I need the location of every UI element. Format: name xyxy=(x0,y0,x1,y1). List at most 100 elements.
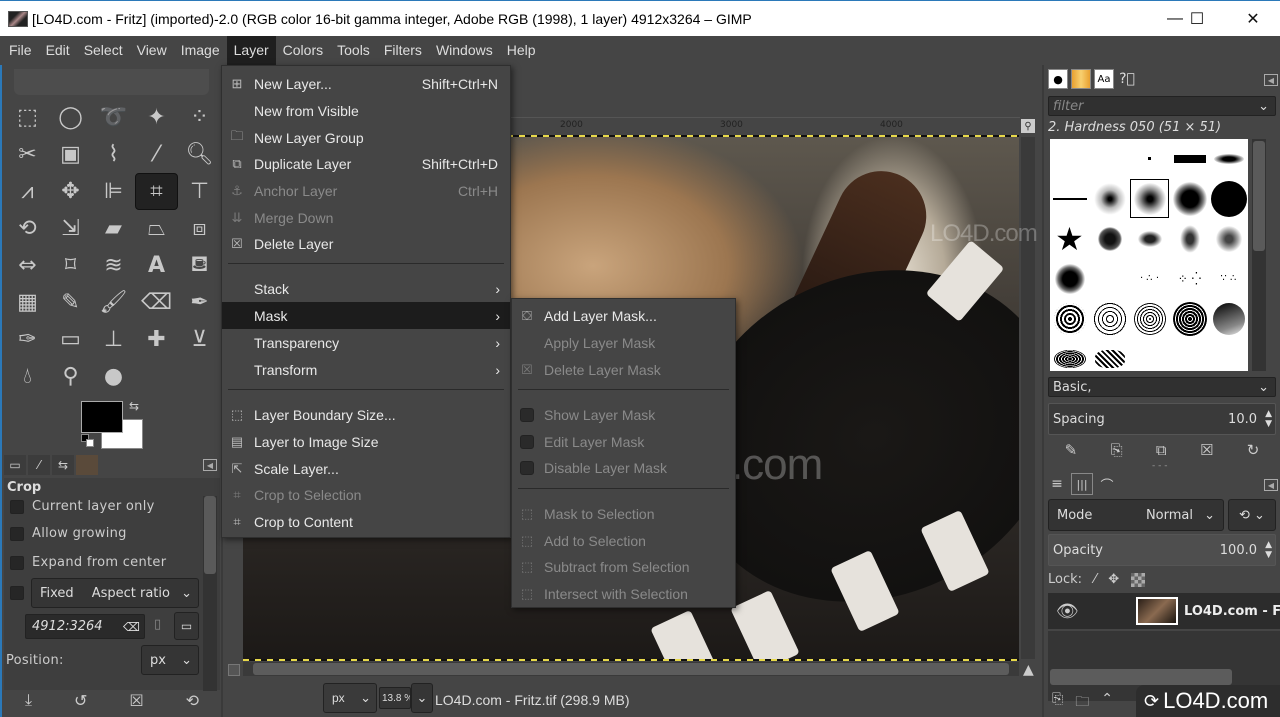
menu-item-delete-layer[interactable]: ☒ Delete Layer xyxy=(222,230,510,257)
raise-layer-icon[interactable]: ⌃ xyxy=(1101,691,1113,715)
menu-item-layer-to-image-size[interactable]: ▤ Layer to Image Size xyxy=(222,428,510,455)
brush-item[interactable] xyxy=(1209,299,1248,338)
brush-item[interactable] xyxy=(1130,139,1169,178)
undo-history-tab-icon[interactable]: ⇆ xyxy=(52,455,74,475)
align-icon[interactable]: ⊫ xyxy=(92,173,135,210)
brush-item[interactable]: ★ xyxy=(1050,219,1089,258)
eraser-icon[interactable]: ⌫ xyxy=(135,284,178,321)
paths-tab-icon[interactable]: ⌒ xyxy=(1096,473,1118,495)
eye-icon[interactable]: 👁︎ xyxy=(1056,601,1079,622)
menu-item-merge-down[interactable]: ⇊ Merge Down xyxy=(222,204,510,231)
brush-item[interactable] xyxy=(1090,299,1129,338)
paintbrush-icon[interactable]: 🖌︎ xyxy=(92,284,135,321)
brush-grid[interactable]: ★ · ∴ · ⁘ ⁛ ∵ ∴ xyxy=(1050,139,1248,371)
brush-item[interactable] xyxy=(1090,179,1129,218)
menu-tools[interactable]: Tools xyxy=(330,36,377,65)
perspective-clone-icon[interactable]: ⊻ xyxy=(178,321,221,358)
spin-arrows-icon[interactable]: ▲ ▼ xyxy=(1265,409,1272,429)
default-colors-icon[interactable] xyxy=(81,434,95,448)
brush-item[interactable] xyxy=(1090,339,1129,371)
dodge-burn-icon[interactable]: ● xyxy=(92,358,135,395)
landscape-icon[interactable]: ▭ xyxy=(174,612,199,640)
portrait-icon[interactable]: ▯ xyxy=(154,617,161,632)
duplicate-brush-icon[interactable]: ⧉ xyxy=(1156,441,1167,461)
lock-alpha-icon[interactable] xyxy=(1131,572,1146,587)
menu-item-mask-to-selection[interactable]: ⬚ Mask to Selection xyxy=(512,500,735,527)
brushes-tab-icon[interactable]: ● xyxy=(1048,69,1068,89)
bucket-fill-icon[interactable]: ⛾ xyxy=(178,247,221,284)
layer-row[interactable]: 👁︎ LO4D.com - F xyxy=(1048,593,1280,629)
menu-item-subtract-from-selection[interactable]: ⬚ Subtract from Selection xyxy=(512,553,735,580)
brush-item[interactable] xyxy=(1170,179,1209,218)
menu-windows[interactable]: Windows xyxy=(429,36,500,65)
zoom-dropdown[interactable]: ⌄ xyxy=(411,683,433,713)
brush-item[interactable] xyxy=(1050,179,1089,218)
delete-preset-icon[interactable]: ☒ xyxy=(129,691,143,710)
menu-item-mask[interactable]: Mask › xyxy=(222,302,510,329)
channels-tab-icon[interactable]: ||| xyxy=(1071,473,1093,495)
images-tab-icon[interactable] xyxy=(76,455,98,475)
refresh-brushes-icon[interactable]: ↻ xyxy=(1247,441,1260,461)
menu-item-add-layer-mask[interactable]: ⛋ Add Layer Mask... xyxy=(512,302,735,329)
layer-mode-dropdown[interactable]: Mode Normal ⌄ xyxy=(1048,499,1224,531)
blend-icon[interactable]: ▦ xyxy=(6,284,49,321)
allow-growing-option[interactable]: Allow growing xyxy=(10,526,127,541)
expand-from-center-checkbox[interactable] xyxy=(10,555,24,570)
blur-icon[interactable]: ⚲ xyxy=(49,358,92,395)
menu-select[interactable]: Select xyxy=(77,36,130,65)
scale-icon[interactable]: ⇲ xyxy=(49,210,92,247)
edit-brush-icon[interactable]: ✎ xyxy=(1065,441,1078,461)
menu-help[interactable]: Help xyxy=(500,36,543,65)
foreground-select-icon[interactable]: ▣ xyxy=(49,136,92,173)
brush-item[interactable] xyxy=(1050,339,1089,371)
menu-filters[interactable]: Filters xyxy=(377,36,429,65)
navigate-icon[interactable]: ▲ xyxy=(1023,662,1034,678)
menu-item-layer-boundary-size[interactable]: ⬚ Layer Boundary Size... xyxy=(222,401,510,428)
layers-tab-icon[interactable]: ≡ xyxy=(1046,473,1068,495)
reset-icon[interactable]: ⟲ xyxy=(186,691,199,710)
menu-item-add-to-selection[interactable]: ⬚ Add to Selection xyxy=(512,527,735,554)
expand-from-center-option[interactable]: Expand from center xyxy=(10,555,166,570)
zoom-input[interactable]: 13.8 % xyxy=(379,687,411,709)
save-preset-icon[interactable]: ⤓ xyxy=(25,690,32,710)
clear-icon[interactable]: ⌫ xyxy=(123,620,140,634)
brush-item[interactable] xyxy=(1209,139,1248,178)
move-icon[interactable]: ✥ xyxy=(49,173,92,210)
smudge-icon[interactable]: 💧︎ xyxy=(6,358,49,395)
patterns-tab-icon[interactable] xyxy=(1071,69,1091,89)
menu-item-delete-layer-mask[interactable]: ☒ Delete Layer Mask xyxy=(512,356,735,383)
fixed-option[interactable] xyxy=(10,586,32,600)
pencil-icon[interactable]: ✎ xyxy=(49,284,92,321)
brush-item[interactable] xyxy=(1050,259,1089,298)
brush-item[interactable] xyxy=(1170,219,1209,258)
brush-item[interactable]: · ∴ · xyxy=(1130,259,1169,298)
zoom-icon[interactable]: 🔍︎ xyxy=(178,136,221,173)
select-by-color-icon[interactable]: ⁘ xyxy=(178,99,221,136)
position-unit-dropdown[interactable]: px ⌄ xyxy=(141,645,199,675)
dock-resize-handle[interactable]: - - - xyxy=(1152,461,1167,471)
brush-item[interactable] xyxy=(1130,219,1169,258)
fixed-checkbox[interactable] xyxy=(10,586,24,600)
menu-layer[interactable]: Layer xyxy=(226,36,276,65)
free-select-icon[interactable]: ➰ xyxy=(92,99,135,136)
opacity-spinner[interactable]: Opacity 100.0 ▲ ▼ xyxy=(1048,534,1276,566)
brush-item[interactable] xyxy=(1050,299,1089,338)
ellipse-select-icon[interactable]: ◯ xyxy=(49,99,92,136)
unit-dropdown[interactable]: px ⌄ xyxy=(323,683,377,713)
menu-item-stack[interactable]: Stack › xyxy=(222,275,510,302)
quick-mask-toggle[interactable] xyxy=(228,664,240,676)
brush-item[interactable]: ∵ ∴ xyxy=(1209,259,1248,298)
menu-item-new-from-visible[interactable]: New from Visible xyxy=(222,97,510,124)
3d-transform-icon[interactable]: ⧈ xyxy=(178,210,221,247)
menu-item-crop-to-selection[interactable]: ⌗ Crop to Selection xyxy=(222,481,510,508)
aspect-ratio-input[interactable]: 4912:3264 ⌫ xyxy=(25,614,145,639)
spin-arrows-icon[interactable]: ▲ ▼ xyxy=(1265,540,1272,560)
menu-item-transparency[interactable]: Transparency › xyxy=(222,329,510,356)
flip-icon[interactable]: ⇔ xyxy=(6,247,49,284)
shear-icon[interactable]: ▰ xyxy=(92,210,135,247)
menu-colors[interactable]: Colors xyxy=(276,36,330,65)
panel-menu-icon[interactable]: ◀ xyxy=(1264,479,1278,491)
menu-item-disable-layer-mask[interactable]: Disable Layer Mask xyxy=(512,454,735,481)
lock-pixels-icon[interactable]: ⁄ xyxy=(1094,572,1096,587)
menu-image[interactable]: Image xyxy=(174,36,227,65)
